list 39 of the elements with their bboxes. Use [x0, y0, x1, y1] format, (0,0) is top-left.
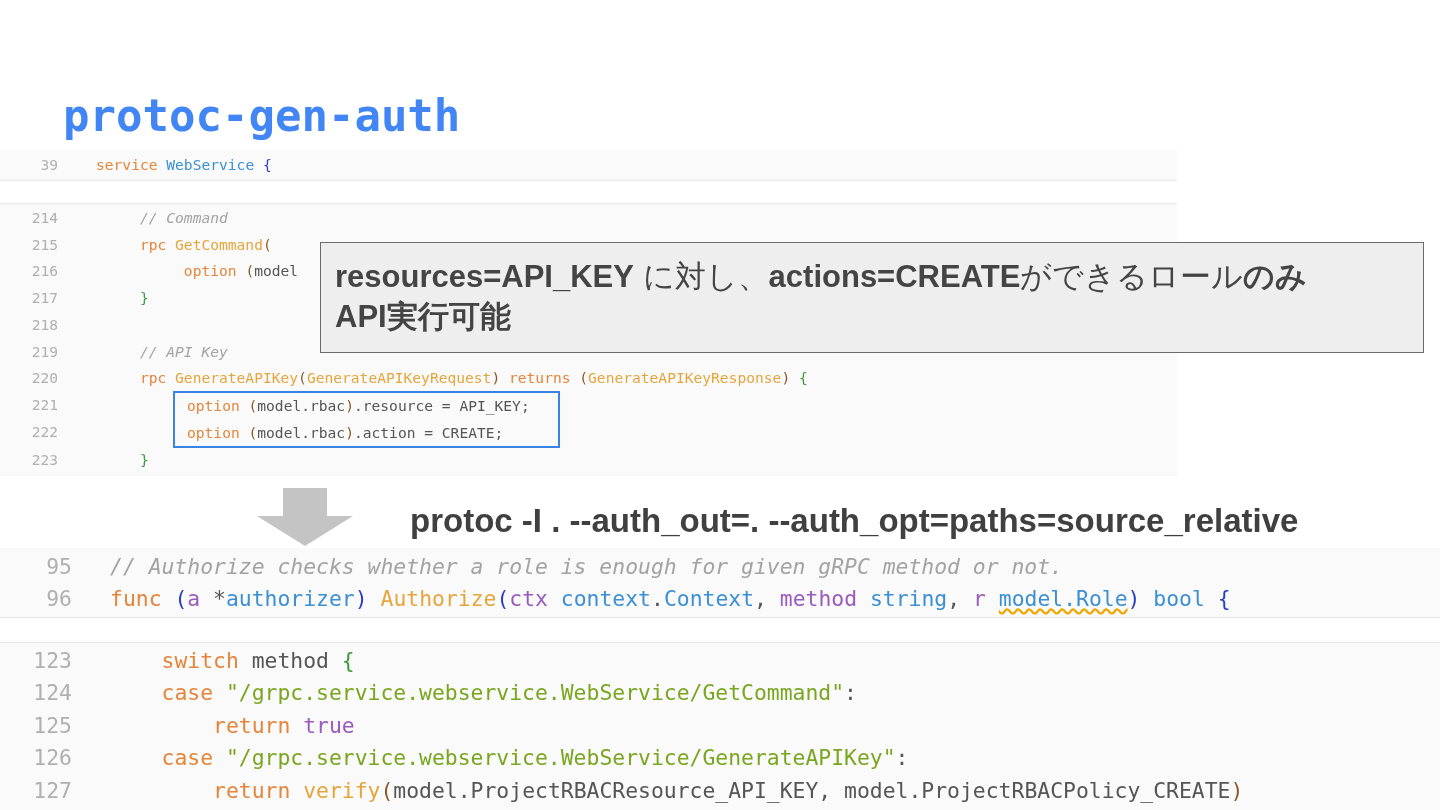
line-number: 220	[30, 368, 58, 389]
line-number: 218	[30, 314, 58, 335]
code-line: option (model.rbac).action = CREATE;	[187, 422, 504, 443]
code-line: option (model.rbac).resource = API_KEY;	[187, 395, 530, 417]
line-number: 126	[32, 744, 72, 773]
line-number: 96	[45, 584, 72, 613]
code-line: switch method {	[160, 646, 355, 675]
code-line: return true	[212, 711, 355, 740]
code-line: // API Key	[138, 341, 228, 362]
code-line: // Command	[138, 208, 228, 229]
line-number: 223	[30, 450, 58, 471]
line-number: 214	[30, 208, 58, 229]
code-line: rpc GetCommand(	[138, 234, 272, 255]
line-number: 217	[30, 288, 58, 309]
code-line: rpc GenerateAPIKey(GenerateAPIKeyRequest) returns (GenerateAPIKeyResponse) {	[138, 368, 808, 389]
code-line: case "/grpc.service.webservice.WebService/GenerateAPIKey":	[160, 744, 909, 773]
line-number: 123	[32, 646, 72, 675]
slide-title: protoc-gen-auth	[63, 89, 461, 143]
line-number: 39	[39, 155, 58, 176]
line-number: 127	[32, 776, 72, 805]
code-line: }	[138, 450, 149, 471]
code-line: return verify(model.ProjectRBACResource_API_KEY, model.ProjectRBACPolicy_CREATE)	[212, 776, 1244, 805]
code-line: option (model	[182, 261, 299, 282]
code-line: case "/grpc.service.webservice.WebService/GetCommand":	[160, 679, 857, 708]
code-line: }	[138, 288, 149, 309]
line-number: 124	[32, 679, 72, 708]
command-text: protoc -I . --auth_out=. --auth_opt=paths=source_relative	[410, 500, 1299, 541]
code-line: func (a *authorizer) Authorize(ctx context.Context, method string, r model.Role) bool {	[110, 584, 1231, 613]
line-number: 221	[30, 394, 58, 415]
line-number: 125	[32, 711, 72, 740]
line-number: 219	[30, 341, 58, 362]
line-number: 215	[30, 234, 58, 255]
line-number: 222	[30, 421, 58, 442]
down-arrow-icon	[257, 487, 353, 546]
code-line: service WebService {	[96, 155, 272, 176]
line-number: 95	[45, 552, 72, 581]
line-number: 216	[30, 261, 58, 282]
callout-text: resources=API_KEY に対し、actions=CREATEができるロールのみ API実行可能	[320, 242, 1424, 353]
code-line: // Authorize checks whether a role is enough for given gRPC method or not.	[110, 552, 1063, 581]
